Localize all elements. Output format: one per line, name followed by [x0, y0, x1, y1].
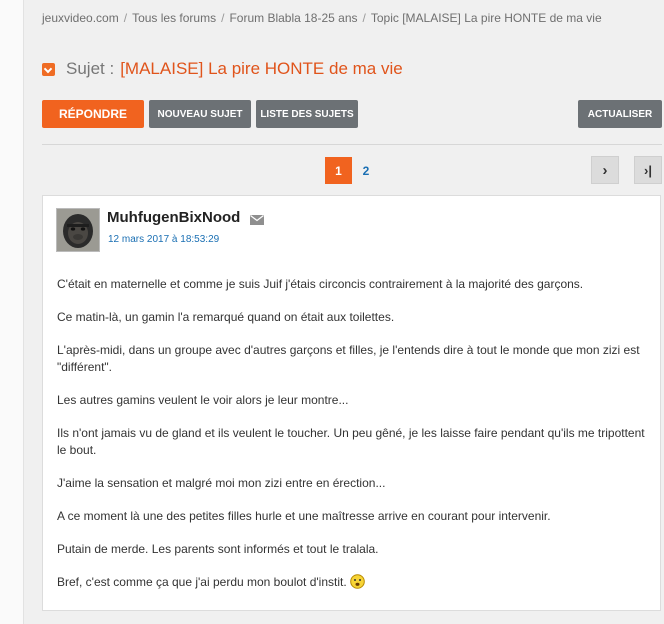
breadcrumb-separator: / [362, 11, 366, 25]
pagination-page-link[interactable]: 2 [355, 157, 377, 184]
refresh-button[interactable]: Actualiser [578, 100, 662, 128]
post-paragraph-last: Bref, c'est comme ça que j'ai perdu mon … [57, 574, 649, 594]
chevron-right-icon: › [602, 161, 608, 179]
post-paragraph: J'aime la sensation et malgré moi mon zi… [57, 476, 386, 490]
post-date[interactable]: 12 mars 2017 à 18:53:29 [108, 234, 219, 245]
breadcrumb-separator: / [221, 11, 225, 25]
breadcrumb-separator: / [123, 11, 128, 25]
topic-title-row: Sujet : [MALAISE] La pire HONTE de ma vi… [42, 58, 403, 80]
breadcrumb-item-site[interactable]: jeuxvideo.com [42, 11, 119, 25]
next-page-button[interactable]: › [591, 156, 619, 184]
post-paragraph: Putain de merde. Les parents sont inform… [57, 542, 379, 556]
avatar-image [57, 209, 99, 251]
breadcrumb-item-topic[interactable]: Topic [MALAISE] La pire HONTE de ma vie [371, 11, 602, 25]
post-paragraph: C'était en maternelle et comme je suis J… [57, 277, 584, 291]
page-title: [MALAISE] La pire HONTE de ma vie [120, 59, 403, 78]
post-paragraph: L'après-midi, dans un groupe avec d'autr… [57, 343, 640, 374]
pagination-current-page: 1 [325, 157, 352, 184]
breadcrumb-item-all-forums[interactable]: Tous les forums [132, 11, 216, 25]
new-topic-button[interactable]: Nouveau sujet [149, 100, 251, 128]
post-paragraph: A ce moment là une des petites filles hu… [57, 509, 551, 523]
last-page-icon: ›| [644, 162, 652, 178]
avatar[interactable] [56, 208, 100, 252]
chevron-down-icon[interactable] [42, 62, 55, 76]
divider [42, 144, 662, 145]
post-paragraph: Les autres gamins veulent le voir alors … [57, 393, 349, 407]
post-paragraph-text: Bref, c'est comme ça que j'ai perdu mon … [57, 575, 347, 589]
post-paragraph: Ils n'ont jamais vu de gland et ils veul… [57, 426, 645, 457]
last-page-button[interactable]: ›| [634, 156, 662, 184]
breadcrumb: jeuxvideo.com / Tous les forums / Forum Blab… [42, 11, 602, 25]
topic-prefix: Sujet : [66, 59, 115, 78]
mail-icon[interactable] [250, 212, 264, 230]
breadcrumb-item-forum[interactable]: Forum Blabla 18-25 ans [229, 11, 357, 25]
post-author[interactable]: MuhfugenBixNood [107, 209, 240, 226]
post-paragraph: Ce matin-là, un gamin l'a remarqué quand… [57, 310, 395, 324]
topic-list-button[interactable]: Liste des sujets [256, 100, 358, 128]
smiley-icon [349, 574, 365, 594]
post-body: C'était en maternelle et comme je suis J… [57, 276, 649, 610]
forum-post: MuhfugenBixNood 12 mars 2017 à 18:53:29 … [42, 195, 661, 611]
reply-button[interactable]: Répondre [42, 100, 144, 128]
left-sidebar-strip [0, 0, 24, 624]
